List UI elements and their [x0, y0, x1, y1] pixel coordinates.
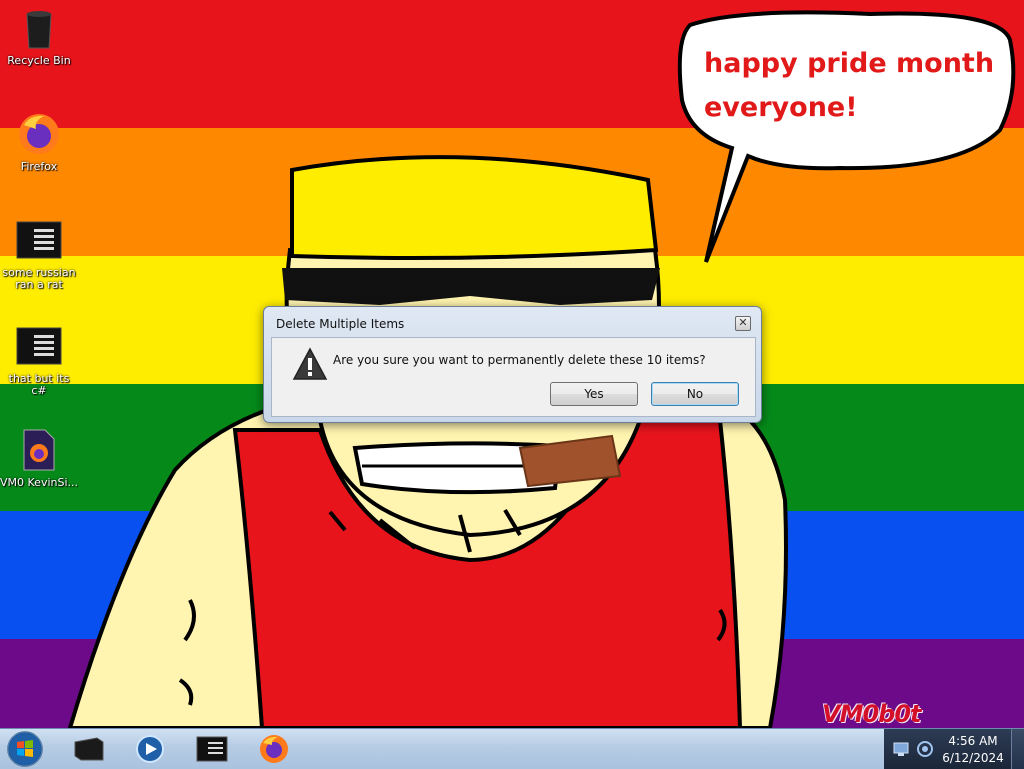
- desktop-icon-label: that but its c#: [8, 372, 70, 397]
- desktop-icon-vm0-file[interactable]: VM0 KevinSi...: [0, 426, 78, 489]
- volume-icon[interactable]: [916, 740, 934, 758]
- clock-time[interactable]: 4:56 AM: [942, 734, 1004, 748]
- speech-bubble-text: happy pride month everyone!: [704, 48, 995, 123]
- yes-button[interactable]: Yes: [550, 382, 638, 406]
- desktop-icon-csharp-file[interactable]: that but its c#: [0, 322, 78, 397]
- no-button[interactable]: No: [651, 382, 739, 406]
- desktop-icon-label: Recycle Bin: [7, 54, 71, 67]
- show-desktop-button[interactable]: [1011, 729, 1024, 769]
- warning-icon: [292, 347, 328, 380]
- firefox-icon: [260, 735, 288, 763]
- dialog-message: Are you sure you want to permanently del…: [333, 353, 706, 367]
- clock-date[interactable]: 6/12/2024: [942, 751, 1004, 765]
- desktop-icon-label: some russian ran a rat: [2, 266, 76, 291]
- taskbar-firefox[interactable]: [251, 732, 297, 766]
- dialog-body: Are you sure you want to permanently del…: [271, 337, 756, 417]
- terminal-icon: [74, 737, 104, 761]
- recycle-bin-icon: [15, 4, 63, 52]
- desktop-icon-recycle-bin[interactable]: Recycle Bin: [0, 4, 78, 67]
- wallpaper-signature: VM0b0t: [822, 700, 922, 728]
- terminal-file-icon: [15, 216, 63, 264]
- taskbar-media-player[interactable]: [127, 732, 173, 766]
- taskbar: 4:56 AM 6/12/2024: [0, 728, 1024, 769]
- delete-confirm-dialog: Delete Multiple Items ✕ Are you sure you…: [263, 306, 762, 423]
- desktop-icon-script-file[interactable]: some russian ran a rat: [0, 216, 78, 291]
- desktop-icon-firefox[interactable]: Firefox: [0, 110, 78, 173]
- terminal-file-icon: [15, 322, 63, 370]
- desktop-icon-label: Firefox: [20, 160, 58, 173]
- dialog-title: Delete Multiple Items: [276, 317, 405, 331]
- close-icon[interactable]: ✕: [735, 316, 751, 331]
- network-icon[interactable]: [892, 741, 910, 757]
- console-window-icon: [196, 736, 228, 762]
- desktop-icon-label: VM0 KevinSi...: [0, 476, 79, 489]
- firefox-icon: [15, 110, 63, 158]
- taskbar-terminal-app[interactable]: [66, 732, 112, 766]
- media-player-icon: [136, 735, 164, 763]
- start-orb-icon[interactable]: [4, 730, 46, 768]
- taskbar-console-window[interactable]: [189, 732, 235, 766]
- firefox-file-icon: [15, 426, 63, 474]
